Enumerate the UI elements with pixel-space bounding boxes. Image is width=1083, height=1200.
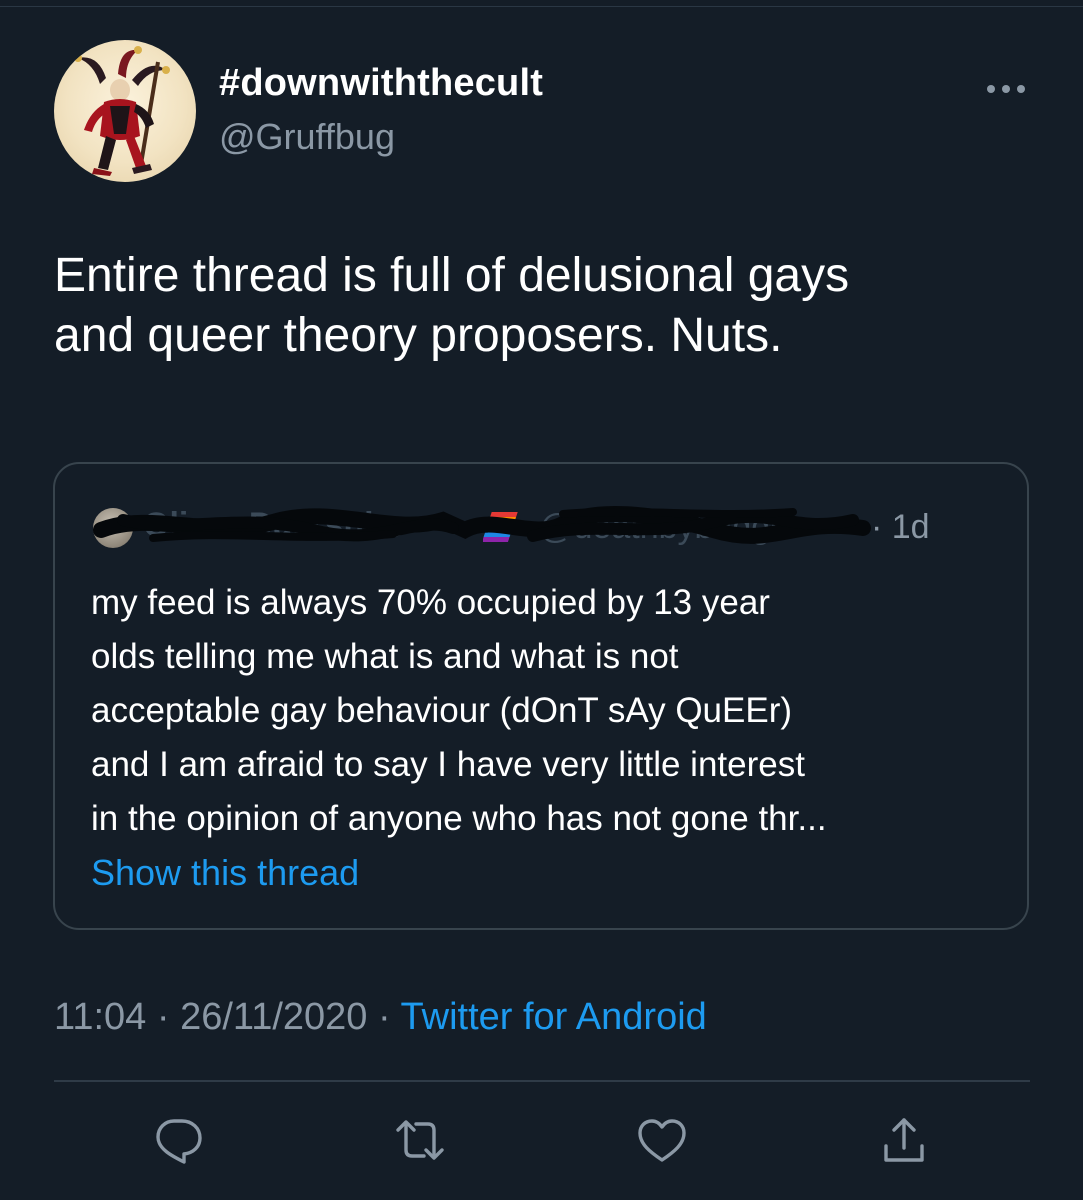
quoted-tweet-text-line: and I am afraid to say I have very littl… [91,745,805,784]
meta-separator: · [146,996,181,1038]
author-avatar[interactable] [54,40,196,182]
actions-divider [54,1080,1030,1082]
tweet-text-line: Entire thread is full of delusional gays [54,249,850,302]
redaction-scribble [93,506,871,544]
reply-icon[interactable] [150,1112,206,1168]
tweet-text-line: and queer theory proposers. Nuts. [54,309,783,362]
quoted-tweet-card[interactable]: Oliver Darkshire @deathbybadger · 1d my … [53,462,1029,930]
quoted-tweet-time[interactable]: · 1d [871,508,930,547]
share-icon[interactable] [876,1112,932,1168]
jester-avatar-icon [74,46,170,176]
tweet-meta: 11:04 · 26/11/2020 · Twitter for Android [54,996,707,1039]
tweet: #downwiththecult @Gruffbug Entire thread… [0,0,1083,1200]
show-thread-link[interactable]: Show this thread [91,852,359,894]
quoted-tweet-text: my feed is always 70% occupied by 13 yea… [91,576,1001,846]
tweet-date: 26/11/2020 [180,996,368,1038]
more-horizontal-icon[interactable] [985,82,1027,96]
author-handle[interactable]: @Gruffbug [219,116,395,158]
meta-separator: · [367,996,401,1038]
quoted-tweet-text-line: acceptable gay behaviour (dOnT sAy QuEEr… [91,691,793,730]
retweet-icon[interactable] [392,1112,448,1168]
tweet-time: 11:04 [54,996,147,1038]
like-icon[interactable] [634,1112,690,1168]
quoted-tweet-header: Oliver Darkshire @deathbybadger · 1d [93,500,973,552]
quoted-tweet-text-line: in the opinion of anyone who has not gon… [91,799,827,838]
quoted-tweet-text-line: olds telling me what is and what is not [91,637,679,676]
tweet-source-link[interactable]: Twitter for Android [401,996,707,1038]
quoted-tweet-text-line: my feed is always 70% occupied by 13 yea… [91,583,770,622]
author-display-name[interactable]: #downwiththecult [219,62,543,105]
tweet-text: Entire thread is full of delusional gays… [54,246,1044,366]
